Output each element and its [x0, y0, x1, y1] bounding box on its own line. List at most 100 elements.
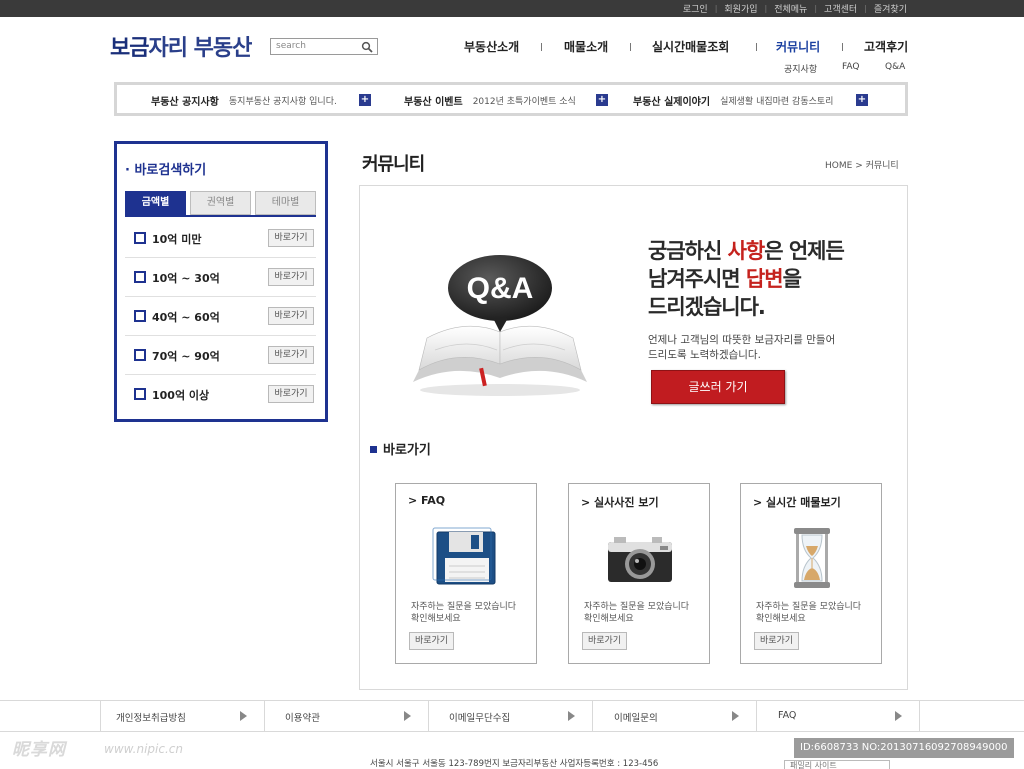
subcopy-line: 드리도록 노력하겠습니다. [648, 349, 761, 361]
headline-highlight: 답변 [745, 267, 784, 291]
subnav-qna[interactable]: Q&A [885, 62, 905, 72]
desc-line: 자주하는 질문을 모았습니다 [584, 602, 690, 612]
quick-search-box: · 바로검색하기 금액별 권역별 테마별 10억 미만 바로가기 10억 ~ 3… [114, 141, 328, 422]
desc-line: 확인해보세요 [584, 614, 634, 624]
write-post-button[interactable]: 글쓰러 가기 [651, 370, 785, 404]
breadcrumb: HOME > 커뮤니티 [825, 158, 899, 171]
utility-links: 로그인 | 회원가입 | 전체메뉴 | 고객센터 | 즐겨찾기 [676, 0, 914, 17]
nav-divider [541, 43, 542, 51]
footer-link-privacy[interactable]: 개인정보취급방침 [100, 701, 264, 731]
headline-text: 은 언제든 [764, 239, 845, 263]
search-placeholder: search [276, 41, 306, 51]
card-title[interactable]: > FAQ [408, 494, 445, 507]
search-icon[interactable] [361, 41, 373, 53]
top-utility-bar: 로그인 | 회원가입 | 전체메뉴 | 고객센터 | 즐겨찾기 [0, 0, 1024, 17]
price-range-label: 100억 이상 [152, 389, 210, 402]
watermark-url: www.nipic.cn [104, 742, 183, 756]
sitemap-link[interactable]: 전체메뉴 [767, 2, 814, 15]
price-range-label: 70억 ~ 90억 [152, 350, 220, 363]
headline-text: 궁금하신 [648, 239, 728, 263]
go-button[interactable]: 바로가기 [268, 346, 314, 364]
breadcrumb-home[interactable]: HOME [825, 161, 852, 171]
shortcut-card-realtime: > 실시간 매물보기 자주하는 질문을 모았습니다 확인해보세요 바로가기 [740, 483, 882, 664]
go-button[interactable]: 바로가기 [268, 229, 314, 247]
headline-line: 드리겠습니다. [648, 295, 766, 319]
footer-link-label: 이메일문의 [614, 713, 658, 724]
chevron-right-icon: > [855, 161, 866, 171]
notice-item[interactable]: 부동산 공지사항 동지부동산 공지사항 입니다. [151, 94, 337, 108]
bookmark-link[interactable]: 즐겨찾기 [867, 2, 914, 15]
card-title[interactable]: > 실시간 매물보기 [753, 494, 841, 510]
nav-listings[interactable]: 매물소개 [564, 38, 608, 55]
card-title[interactable]: > 실사사진 보기 [581, 494, 659, 510]
page-title: 커뮤니티 [362, 154, 425, 175]
checkbox[interactable] [134, 232, 146, 244]
card-description: 자주하는 질문을 모았습니다 확인해보세요 [584, 601, 689, 625]
footer-link-email-inquiry[interactable]: 이메일문의 [592, 701, 756, 731]
family-site-select[interactable]: 패밀리 사이트 [784, 760, 890, 769]
checkbox[interactable] [134, 271, 146, 283]
footer-link-label: 이용약관 [285, 713, 320, 724]
desc-line: 자주하는 질문을 모았습니다 [756, 602, 862, 612]
nav-community[interactable]: 커뮤니티 [776, 38, 820, 55]
desc-line: 확인해보세요 [756, 614, 806, 624]
checkbox[interactable] [134, 388, 146, 400]
tab-theme[interactable]: 테마별 [255, 191, 316, 215]
go-button[interactable]: 바로가기 [268, 385, 314, 403]
notice-bar: 부동산 공지사항 동지부동산 공지사항 입니다. + 부동산 이벤트 2012년… [114, 82, 908, 116]
watermark-id: ID:6608733 NO:20130716092708949000 [794, 738, 1014, 758]
notice-title: 부동산 이벤트 [404, 96, 463, 108]
go-button[interactable]: 바로가기 [268, 268, 314, 286]
footer-link-terms[interactable]: 이용약관 [264, 701, 428, 731]
notice-item[interactable]: 부동산 실제이야기 실제생활 내집마련 감동스토리 [633, 94, 834, 108]
footer-link-label: 이메일무단수집 [449, 713, 511, 724]
tab-region[interactable]: 권역별 [190, 191, 251, 215]
signup-link[interactable]: 회원가입 [717, 2, 764, 15]
breadcrumb-current: 커뮤니티 [865, 161, 899, 171]
subnav-notice[interactable]: 공지사항 [784, 62, 817, 75]
footer-link-label: FAQ [778, 710, 797, 721]
nav-realtime[interactable]: 실시간매물조회 [652, 38, 729, 55]
customer-center-link[interactable]: 고객센터 [817, 2, 864, 15]
arrow-right-icon [732, 711, 739, 721]
subnav-faq[interactable]: FAQ [842, 62, 859, 72]
list-item: 70억 ~ 90억 바로가기 [125, 336, 316, 375]
notice-title: 부동산 공지사항 [151, 96, 219, 108]
tab-price[interactable]: 금액별 [125, 191, 186, 215]
footer-link-label: 개인정보취급방침 [116, 713, 186, 724]
card-title-text: 실사사진 보기 [594, 496, 659, 509]
arrow-right-icon [895, 711, 902, 721]
hourglass-icon [794, 528, 830, 588]
plus-icon[interactable]: + [359, 94, 371, 106]
watermark-brand: 昵享网 [12, 740, 66, 760]
go-button[interactable]: 바로가기 [582, 632, 627, 650]
hero-headline: 궁금하신 사항은 언제든 남겨주시면 답변을 드리겠습니다. [648, 237, 845, 321]
card-description: 자주하는 질문을 모았습니다 확인해보세요 [756, 601, 861, 625]
search-input[interactable]: search [270, 38, 378, 55]
plus-icon[interactable]: + [596, 94, 608, 106]
checkbox[interactable] [134, 310, 146, 322]
card-title-text: 실시간 매물보기 [766, 496, 841, 509]
bubble-text: Q&A [467, 272, 534, 305]
footer-navigation: 개인정보취급방침 이용약관 이메일무단수집 이메일문의 FAQ [0, 700, 1024, 732]
notice-title: 부동산 실제이야기 [633, 96, 711, 108]
notice-desc: 실제생활 내집마련 감동스토리 [720, 96, 834, 107]
footer-link-faq[interactable]: FAQ [756, 701, 920, 731]
notice-desc: 2012년 초특가이벤트 소식 [472, 96, 576, 107]
arrow-right-icon [240, 711, 247, 721]
logo-rest: 자리 부동산 [148, 36, 252, 61]
headline-line: 궁금하신 사항은 언제든 [648, 237, 845, 265]
plus-icon[interactable]: + [856, 94, 868, 106]
login-link[interactable]: 로그인 [676, 2, 715, 15]
nav-reviews[interactable]: 고객후기 [864, 38, 908, 55]
notice-item[interactable]: 부동산 이벤트 2012년 초특가이벤트 소식 [404, 94, 576, 108]
nav-divider [842, 43, 843, 51]
footer-link-email-policy[interactable]: 이메일무단수집 [428, 701, 592, 731]
headline-text: 남겨주시면 [648, 267, 746, 291]
go-button[interactable]: 바로가기 [268, 307, 314, 325]
nav-about[interactable]: 부동산소개 [464, 38, 519, 55]
go-button[interactable]: 바로가기 [754, 632, 799, 650]
checkbox[interactable] [134, 349, 146, 361]
site-logo[interactable]: 보금자리 부동산 [110, 30, 252, 62]
go-button[interactable]: 바로가기 [409, 632, 454, 650]
